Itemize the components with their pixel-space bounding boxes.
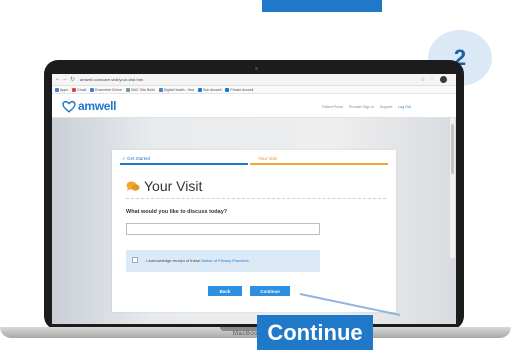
gmail-icon: [71, 87, 76, 92]
privacy-text: I acknowledge receipt of these Notice of…: [146, 258, 249, 263]
site-header: amwell Patient Portal Provider Sign In S…: [52, 95, 456, 118]
browser-address-bar: ← → ↻ amwell.com/care-visit/your-visit.h…: [52, 74, 456, 86]
header-link-provider-sign-in[interactable]: Provider Sign In: [349, 105, 374, 109]
privacy-acknowledgement: I acknowledge receipt of these Notice of…: [126, 250, 320, 272]
bookmark-icon: [198, 87, 203, 92]
apps-icon: [55, 87, 59, 92]
header-link-log-out[interactable]: Log Out: [398, 105, 410, 109]
bookmark-icon: [90, 87, 95, 92]
back-button[interactable]: Back: [208, 286, 242, 296]
heart-logo-icon: [62, 100, 76, 113]
discuss-input[interactable]: [126, 223, 320, 235]
logo-text: amwell: [78, 99, 117, 113]
amwell-logo[interactable]: amwell: [62, 99, 117, 113]
scrollbar-thumb[interactable]: [451, 124, 454, 174]
bookmark-item[interactable]: Private Amwell: [225, 87, 253, 92]
bookmarks-bar: Apps Gmail Ensemble Online GMC Site Buil…: [52, 86, 456, 94]
back-arrow-icon[interactable]: ←: [55, 76, 61, 82]
privacy-practices-link[interactable]: Notice of Privacy Practices: [201, 258, 249, 263]
bookmark-icon: [125, 87, 130, 92]
top-blue-tab: [262, 0, 382, 12]
title-divider: [126, 198, 386, 199]
bookmark-item[interactable]: Gmail: [71, 87, 86, 92]
bookmark-item[interactable]: Ensemble Online: [90, 87, 122, 92]
header-links: Patient Portal Provider Sign In Support …: [322, 105, 411, 109]
discuss-question-label: What would you like to discuss today?: [126, 209, 228, 215]
continue-button[interactable]: Continue: [250, 286, 290, 296]
profile-avatar[interactable]: [440, 76, 447, 83]
header-link-support[interactable]: Support: [380, 105, 392, 109]
bookmark-item[interactable]: Apps: [55, 87, 68, 92]
progress-steps: ✓ Get Started Your Visit: [120, 156, 388, 168]
bookmark-item[interactable]: Digital Health - Hea: [158, 87, 194, 92]
bookmark-icon: [158, 87, 163, 92]
privacy-checkbox[interactable]: [132, 257, 138, 263]
progress-bar-complete: [120, 163, 248, 165]
page-title-text: Your Visit: [144, 178, 203, 194]
bookmark-item[interactable]: Sub Amwell: [198, 87, 221, 92]
continue-callout: Continue: [257, 315, 373, 350]
bookmark-icon: [225, 87, 230, 92]
extension-icon[interactable]: ◌: [430, 76, 434, 82]
chat-bubbles-icon: [126, 181, 140, 191]
bookmark-item[interactable]: GMC Site Build: [125, 87, 155, 92]
webcam-dot: [255, 67, 258, 70]
star-icon[interactable]: ☆: [420, 76, 425, 83]
header-link-patient-portal[interactable]: Patient Portal: [322, 105, 343, 109]
page-title: Your Visit: [126, 178, 202, 194]
progress-bar-current: [250, 163, 388, 165]
url-field[interactable]: amwell.com/care-visit/your-visit.htm: [80, 76, 380, 83]
forward-arrow-icon[interactable]: →: [62, 76, 68, 82]
visit-card: ✓ Get Started Your Visit Your Visit What…: [112, 150, 396, 312]
reload-icon[interactable]: ↻: [70, 76, 75, 83]
step-get-started: ✓ Get Started: [122, 156, 151, 161]
step-your-visit: Your Visit: [258, 156, 277, 161]
